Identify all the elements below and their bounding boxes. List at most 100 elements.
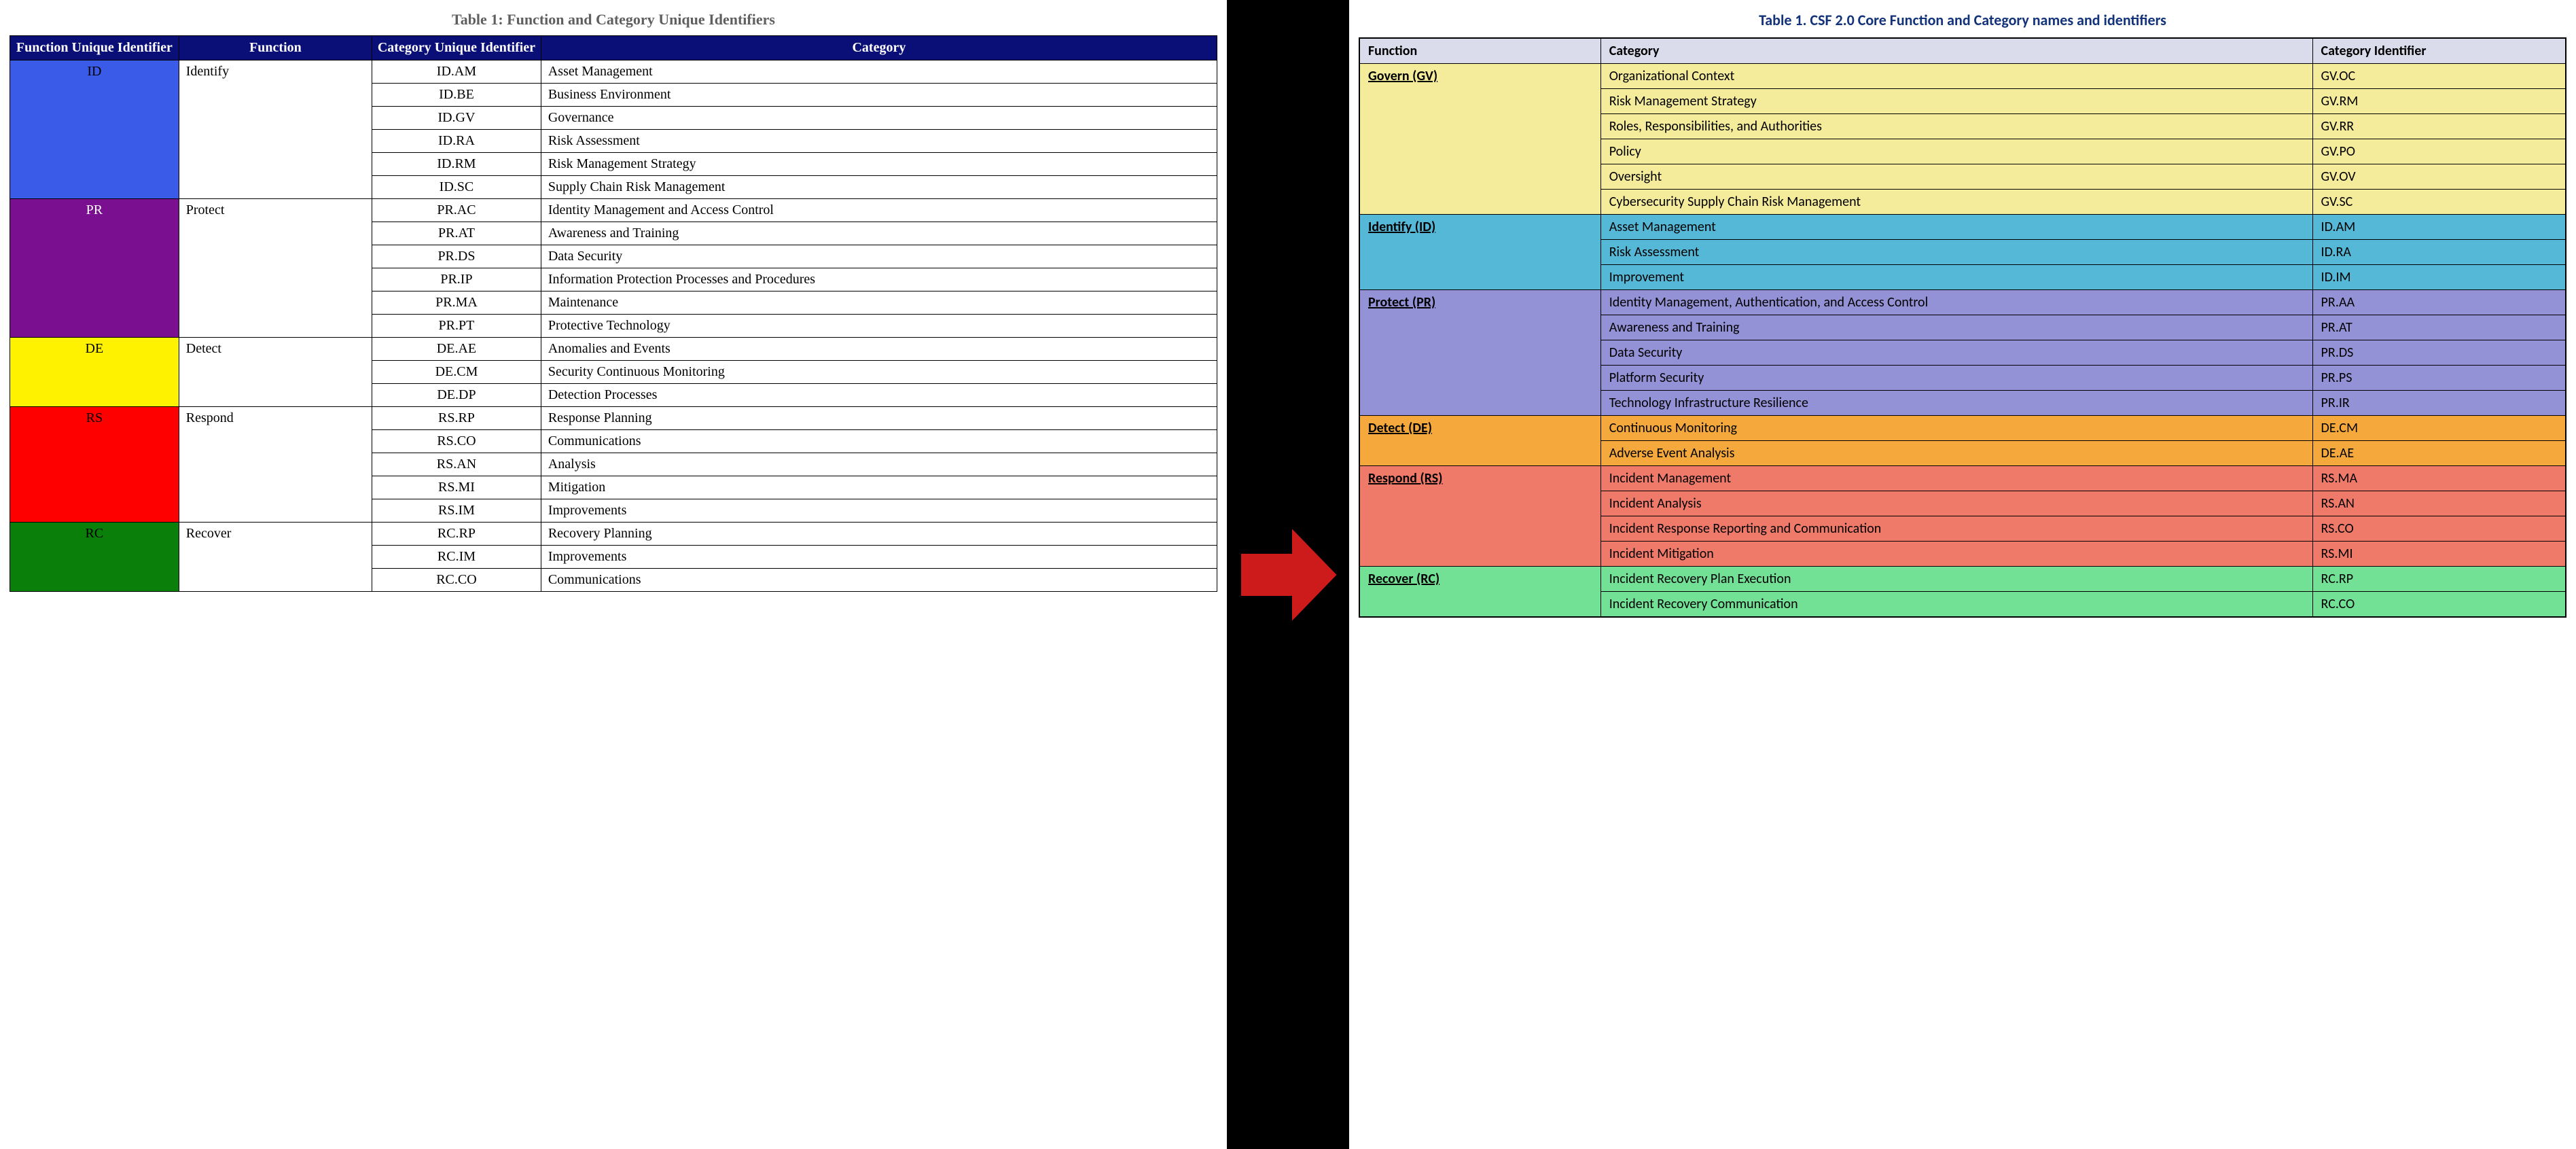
category-id-cell: GV.OC bbox=[2312, 64, 2566, 89]
category-name-cell: Risk Assessment bbox=[1600, 240, 2312, 265]
category-uid-cell: DE.DP bbox=[372, 384, 541, 407]
category-uid-cell: RS.MI bbox=[372, 476, 541, 499]
category-name-cell: Improvement bbox=[1600, 265, 2312, 290]
category-name-cell: Roles, Responsibilities, and Authorities bbox=[1600, 114, 2312, 139]
category-name-cell: Asset Management bbox=[1600, 215, 2312, 240]
table-row: RSRespondRS.RPResponse Planning bbox=[10, 407, 1217, 430]
category-id-cell: RC.CO bbox=[2312, 592, 2566, 618]
center-divider bbox=[1227, 0, 1349, 1149]
table-row: Protect (PR)Identity Management, Authent… bbox=[1359, 290, 2566, 315]
category-uid-cell: PR.DS bbox=[372, 245, 541, 268]
category-name-cell: Mitigation bbox=[541, 476, 1217, 499]
right-header-cell: Function bbox=[1359, 38, 1600, 64]
function-uid-cell: DE bbox=[10, 338, 179, 407]
function-cell: Identify (ID) bbox=[1359, 215, 1600, 290]
category-name-cell: Communications bbox=[541, 569, 1217, 592]
category-name-cell: Technology Infrastructure Resilience bbox=[1600, 391, 2312, 416]
right-header-cell: Category Identifier bbox=[2312, 38, 2566, 64]
category-uid-cell: RS.IM bbox=[372, 499, 541, 523]
category-name-cell: Improvements bbox=[541, 499, 1217, 523]
category-name-cell: Maintenance bbox=[541, 291, 1217, 315]
category-name-cell: Anomalies and Events bbox=[541, 338, 1217, 361]
right-header-cell: Category bbox=[1600, 38, 2312, 64]
category-uid-cell: ID.RA bbox=[372, 130, 541, 153]
category-name-cell: Incident Mitigation bbox=[1600, 542, 2312, 567]
category-name-cell: Risk Assessment bbox=[541, 130, 1217, 153]
category-uid-cell: ID.SC bbox=[372, 176, 541, 199]
category-uid-cell: ID.AM bbox=[372, 60, 541, 84]
category-id-cell: RC.RP bbox=[2312, 567, 2566, 592]
function-cell: Protect (PR) bbox=[1359, 290, 1600, 416]
category-id-cell: ID.RA bbox=[2312, 240, 2566, 265]
function-cell: Respond (RS) bbox=[1359, 466, 1600, 567]
category-name-cell: Data Security bbox=[1600, 340, 2312, 366]
category-name-cell: Incident Response Reporting and Communic… bbox=[1600, 516, 2312, 542]
left-header-cell: Category Unique Identifier bbox=[372, 36, 541, 60]
category-name-cell: Identity Management and Access Control bbox=[541, 199, 1217, 222]
category-id-cell: PR.DS bbox=[2312, 340, 2566, 366]
function-uid-cell: ID bbox=[10, 60, 179, 199]
right-panel: Table 1. CSF 2.0 Core Function and Categ… bbox=[1349, 0, 2576, 1149]
table-row: DEDetectDE.AEAnomalies and Events bbox=[10, 338, 1217, 361]
right-table-header-row: FunctionCategoryCategory Identifier bbox=[1359, 38, 2566, 64]
category-uid-cell: ID.BE bbox=[372, 84, 541, 107]
category-uid-cell: RS.AN bbox=[372, 453, 541, 476]
category-uid-cell: PR.PT bbox=[372, 315, 541, 338]
category-id-cell: RS.AN bbox=[2312, 491, 2566, 516]
category-id-cell: ID.IM bbox=[2312, 265, 2566, 290]
comparison-diagram: Table 1: Function and Category Unique Id… bbox=[0, 0, 2576, 1149]
category-name-cell: Cybersecurity Supply Chain Risk Manageme… bbox=[1600, 190, 2312, 215]
function-name-cell: Recover bbox=[179, 523, 372, 592]
category-id-cell: RS.MI bbox=[2312, 542, 2566, 567]
category-id-cell: GV.RM bbox=[2312, 89, 2566, 114]
category-name-cell: Detection Processes bbox=[541, 384, 1217, 407]
left-header-cell: Function Unique Identifier bbox=[10, 36, 179, 60]
category-name-cell: Communications bbox=[541, 430, 1217, 453]
right-table-title: Table 1. CSF 2.0 Core Function and Categ… bbox=[1359, 7, 2566, 37]
category-id-cell: ID.AM bbox=[2312, 215, 2566, 240]
table-row: PRProtectPR.ACIdentity Management and Ac… bbox=[10, 199, 1217, 222]
category-id-cell: DE.CM bbox=[2312, 416, 2566, 441]
category-name-cell: Recovery Planning bbox=[541, 523, 1217, 546]
left-header-cell: Category bbox=[541, 36, 1217, 60]
category-name-cell: Improvements bbox=[541, 546, 1217, 569]
category-uid-cell: RC.CO bbox=[372, 569, 541, 592]
category-name-cell: Data Security bbox=[541, 245, 1217, 268]
category-id-cell: RS.MA bbox=[2312, 466, 2566, 491]
table-row: Respond (RS)Incident ManagementRS.MA bbox=[1359, 466, 2566, 491]
category-name-cell: Incident Recovery Communication bbox=[1600, 592, 2312, 618]
category-uid-cell: ID.RM bbox=[372, 153, 541, 176]
category-uid-cell: ID.GV bbox=[372, 107, 541, 130]
category-name-cell: Governance bbox=[541, 107, 1217, 130]
category-name-cell: Business Environment bbox=[541, 84, 1217, 107]
table-row: RCRecoverRC.RPRecovery Planning bbox=[10, 523, 1217, 546]
category-name-cell: Platform Security bbox=[1600, 366, 2312, 391]
function-cell: Detect (DE) bbox=[1359, 416, 1600, 466]
left-panel: Table 1: Function and Category Unique Id… bbox=[0, 0, 1227, 1149]
category-id-cell: PR.IR bbox=[2312, 391, 2566, 416]
category-name-cell: Identity Management, Authentication, and… bbox=[1600, 290, 2312, 315]
category-name-cell: Security Continuous Monitoring bbox=[541, 361, 1217, 384]
function-cell: Govern (GV) bbox=[1359, 64, 1600, 215]
function-name-cell: Protect bbox=[179, 199, 372, 338]
category-name-cell: Incident Recovery Plan Execution bbox=[1600, 567, 2312, 592]
category-name-cell: Awareness and Training bbox=[541, 222, 1217, 245]
category-uid-cell: RC.IM bbox=[372, 546, 541, 569]
category-name-cell: Analysis bbox=[541, 453, 1217, 476]
category-name-cell: Organizational Context bbox=[1600, 64, 2312, 89]
category-name-cell: Supply Chain Risk Management bbox=[541, 176, 1217, 199]
category-id-cell: GV.OV bbox=[2312, 164, 2566, 190]
category-uid-cell: RS.RP bbox=[372, 407, 541, 430]
left-table-header-row: Function Unique IdentifierFunctionCatego… bbox=[10, 36, 1217, 60]
category-id-cell: PR.AT bbox=[2312, 315, 2566, 340]
category-uid-cell: PR.IP bbox=[372, 268, 541, 291]
function-name-cell: Detect bbox=[179, 338, 372, 407]
category-uid-cell: PR.AC bbox=[372, 199, 541, 222]
category-name-cell: Oversight bbox=[1600, 164, 2312, 190]
category-id-cell: GV.SC bbox=[2312, 190, 2566, 215]
category-name-cell: Response Planning bbox=[541, 407, 1217, 430]
category-uid-cell: RC.RP bbox=[372, 523, 541, 546]
category-uid-cell: DE.AE bbox=[372, 338, 541, 361]
category-name-cell: Incident Analysis bbox=[1600, 491, 2312, 516]
category-name-cell: Adverse Event Analysis bbox=[1600, 441, 2312, 466]
